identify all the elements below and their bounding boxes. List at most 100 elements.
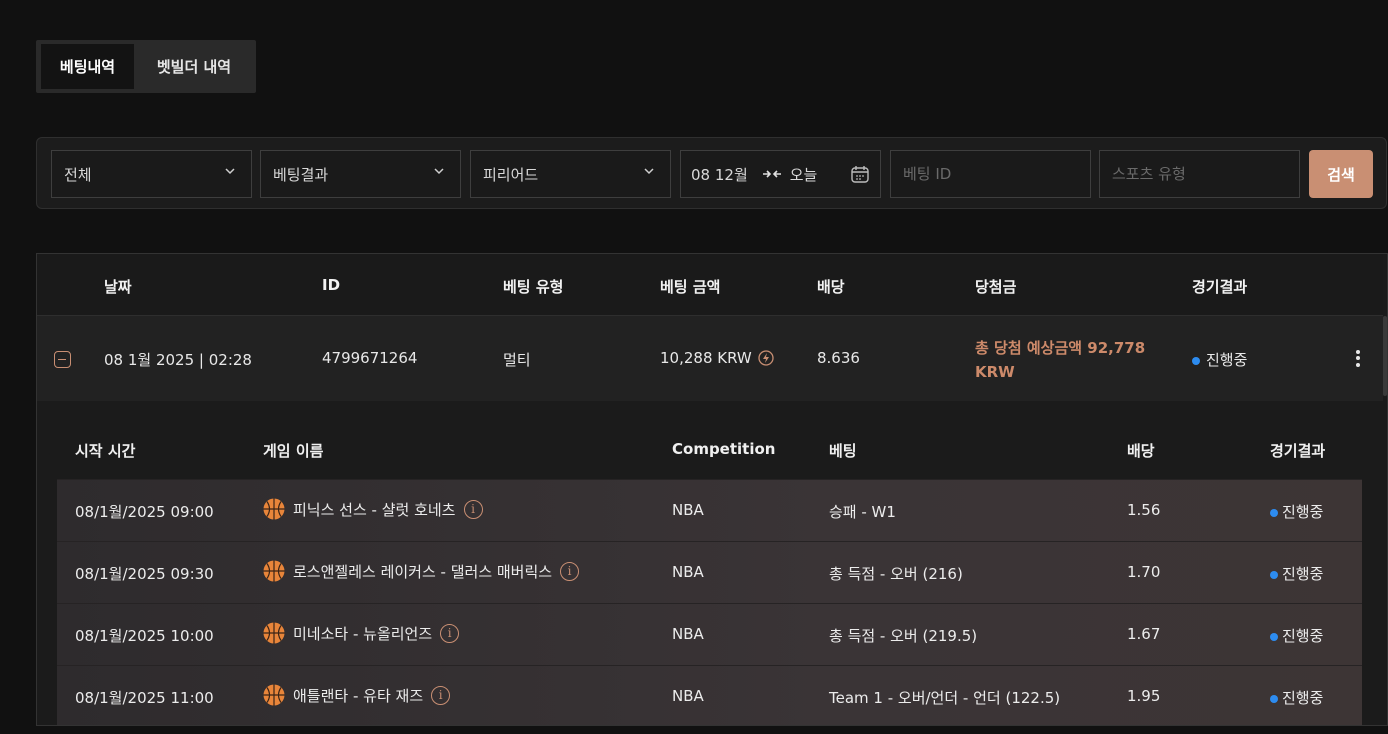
- item-competition: NBA: [672, 625, 704, 643]
- lightning-icon: [758, 350, 774, 366]
- item-odds: 1.56: [1127, 501, 1161, 519]
- basketball-icon: [263, 560, 285, 582]
- basketball-icon: [263, 498, 285, 520]
- search-button[interactable]: 검색: [1309, 150, 1373, 198]
- list-item[interactable]: 08/1월/2025 09:30 로스앤젤레스 레이커스 - 댈러스 매버릭스 …: [57, 541, 1362, 603]
- item-game: 로스앤젤레스 레이커스 - 댈러스 매버릭스 i: [263, 560, 580, 582]
- header-bet: 베팅: [829, 442, 857, 460]
- info-icon[interactable]: i: [560, 561, 580, 581]
- header-bet-type: 베팅 유형: [503, 278, 564, 296]
- date-to: 오늘: [789, 165, 818, 184]
- date-from: 08 12월: [691, 165, 748, 184]
- row-status: 진행중: [1192, 349, 1247, 370]
- item-bet: 총 득점 - 오버 (219.5): [829, 627, 978, 645]
- item-odds: 1.70: [1127, 563, 1161, 581]
- list-item[interactable]: 08/1월/2025 09:00 피닉스 선스 - 샬럿 호네츠 i NBA 승…: [57, 479, 1362, 541]
- row-amount-value: 10,288 KRW: [660, 349, 752, 367]
- sport-type-input[interactable]: [1112, 165, 1287, 183]
- tab-betbuilder-history[interactable]: 벳빌더 내역: [138, 44, 250, 89]
- basketball-icon: [263, 622, 285, 644]
- item-game-name: 미네소타 - 뉴올리언즈: [293, 624, 433, 643]
- status-dot-icon: [1192, 356, 1200, 365]
- status-dot-icon: [1270, 694, 1278, 703]
- period-select-value: 피리어드: [483, 165, 539, 184]
- item-game: 애틀랜타 - 유타 재즈 i: [263, 684, 451, 706]
- table-row[interactable]: 08 1월 2025 | 02:28 4799671264 멀티 10,288 …: [37, 316, 1383, 401]
- item-status: 진행중: [1270, 625, 1323, 646]
- status-dot-icon: [1270, 508, 1278, 517]
- header-sub-result: 경기결과: [1270, 442, 1326, 460]
- item-odds: 1.95: [1127, 687, 1161, 705]
- bet-id-input[interactable]: [903, 165, 1078, 183]
- bet-history-table: 날짜 ID 베팅 유형 베팅 금액 배당 당첨금 경기결과 08 1월 2025…: [36, 253, 1388, 726]
- chevron-down-icon: [644, 168, 654, 175]
- status-dot-icon: [1270, 632, 1278, 641]
- date-range-picker[interactable]: 08 12월 오늘: [680, 150, 881, 198]
- table-header: 날짜 ID 베팅 유형 베팅 금액 배당 당첨금 경기결과: [37, 254, 1383, 316]
- item-game-name: 피닉스 선스 - 샬럿 호네츠: [293, 500, 456, 519]
- row-amount: 10,288 KRW: [660, 349, 774, 367]
- item-status: 진행중: [1270, 501, 1323, 522]
- collapse-icon[interactable]: [54, 351, 71, 368]
- type-select[interactable]: 전체: [51, 150, 252, 198]
- info-icon[interactable]: i: [463, 499, 483, 519]
- history-tabs: 베팅내역 벳빌더 내역: [36, 40, 256, 93]
- item-bet: Team 1 - 오버/언더 - 언더 (122.5): [829, 689, 1061, 707]
- header-game-name: 게임 이름: [263, 442, 324, 460]
- header-date: 날짜: [104, 278, 132, 296]
- item-time: 08/1월/2025 10:00: [75, 627, 214, 645]
- item-odds: 1.67: [1127, 625, 1161, 643]
- item-game-name: 로스앤젤레스 레이커스 - 댈러스 매버릭스: [293, 562, 553, 581]
- item-time: 08/1월/2025 09:00: [75, 503, 214, 521]
- item-game: 미네소타 - 뉴올리언즈 i: [263, 622, 460, 644]
- period-select[interactable]: 피리어드: [470, 150, 671, 198]
- header-id: ID: [322, 276, 341, 294]
- scrollbar[interactable]: [1383, 316, 1387, 396]
- header-payout: 당첨금: [975, 278, 1017, 296]
- item-game-name: 애틀랜타 - 유타 재즈: [293, 686, 424, 705]
- item-status: 진행중: [1270, 687, 1323, 708]
- item-status-label: 진행중: [1282, 503, 1324, 521]
- item-status: 진행중: [1270, 563, 1323, 584]
- item-competition: NBA: [672, 687, 704, 705]
- item-competition: NBA: [672, 563, 704, 581]
- header-sub-odds: 배당: [1127, 442, 1155, 460]
- item-time: 08/1월/2025 09:30: [75, 565, 214, 583]
- chevron-down-icon: [434, 168, 444, 175]
- bet-id-field[interactable]: [890, 150, 1091, 198]
- tab-bet-history[interactable]: 베팅내역: [41, 44, 134, 89]
- list-item[interactable]: 08/1월/2025 11:00 애틀랜타 - 유타 재즈 i NBA Team…: [57, 665, 1362, 725]
- row-odds: 8.636: [817, 349, 860, 367]
- header-competition: Competition: [672, 440, 776, 458]
- calendar-icon: [851, 166, 869, 183]
- item-bet: 승패 - W1: [829, 503, 896, 521]
- header-result: 경기결과: [1192, 278, 1248, 296]
- header-odds: 배당: [817, 278, 845, 296]
- row-date: 08 1월 2025 | 02:28: [104, 351, 252, 369]
- header-amount: 베팅 금액: [660, 278, 721, 296]
- item-status-label: 진행중: [1282, 689, 1324, 707]
- item-game: 피닉스 선스 - 샬럿 호네츠 i: [263, 498, 483, 520]
- details-header: 시작 시간 게임 이름 Competition 베팅 배당 경기결과: [57, 419, 1362, 479]
- sport-type-field[interactable]: [1099, 150, 1300, 198]
- filter-bar: 전체 베팅결과 피리어드 08 12월 오늘 검색: [36, 137, 1387, 209]
- item-status-label: 진행중: [1282, 627, 1324, 645]
- row-bet-type: 멀티: [503, 351, 531, 369]
- info-icon[interactable]: i: [431, 685, 451, 705]
- chevron-down-icon: [225, 168, 235, 175]
- basketball-icon: [263, 684, 285, 706]
- info-icon[interactable]: i: [440, 623, 460, 643]
- row-id: 4799671264: [322, 349, 418, 367]
- item-competition: NBA: [672, 501, 704, 519]
- result-select[interactable]: 베팅결과: [260, 150, 461, 198]
- row-payout: 총 당첨 예상금액 92,778 KRW: [975, 339, 1146, 381]
- type-select-value: 전체: [64, 165, 92, 184]
- row-status-label: 진행중: [1206, 351, 1248, 369]
- item-bet: 총 득점 - 오버 (216): [829, 565, 963, 583]
- result-select-value: 베팅결과: [273, 165, 329, 184]
- item-time: 08/1월/2025 11:00: [75, 689, 214, 707]
- list-item[interactable]: 08/1월/2025 10:00 미네소타 - 뉴올리언즈 i NBA 총 득점…: [57, 603, 1362, 665]
- bet-details-table: 시작 시간 게임 이름 Competition 베팅 배당 경기결과 08/1월…: [57, 419, 1362, 725]
- header-start-time: 시작 시간: [75, 442, 136, 460]
- kebab-menu-icon[interactable]: [1349, 348, 1367, 370]
